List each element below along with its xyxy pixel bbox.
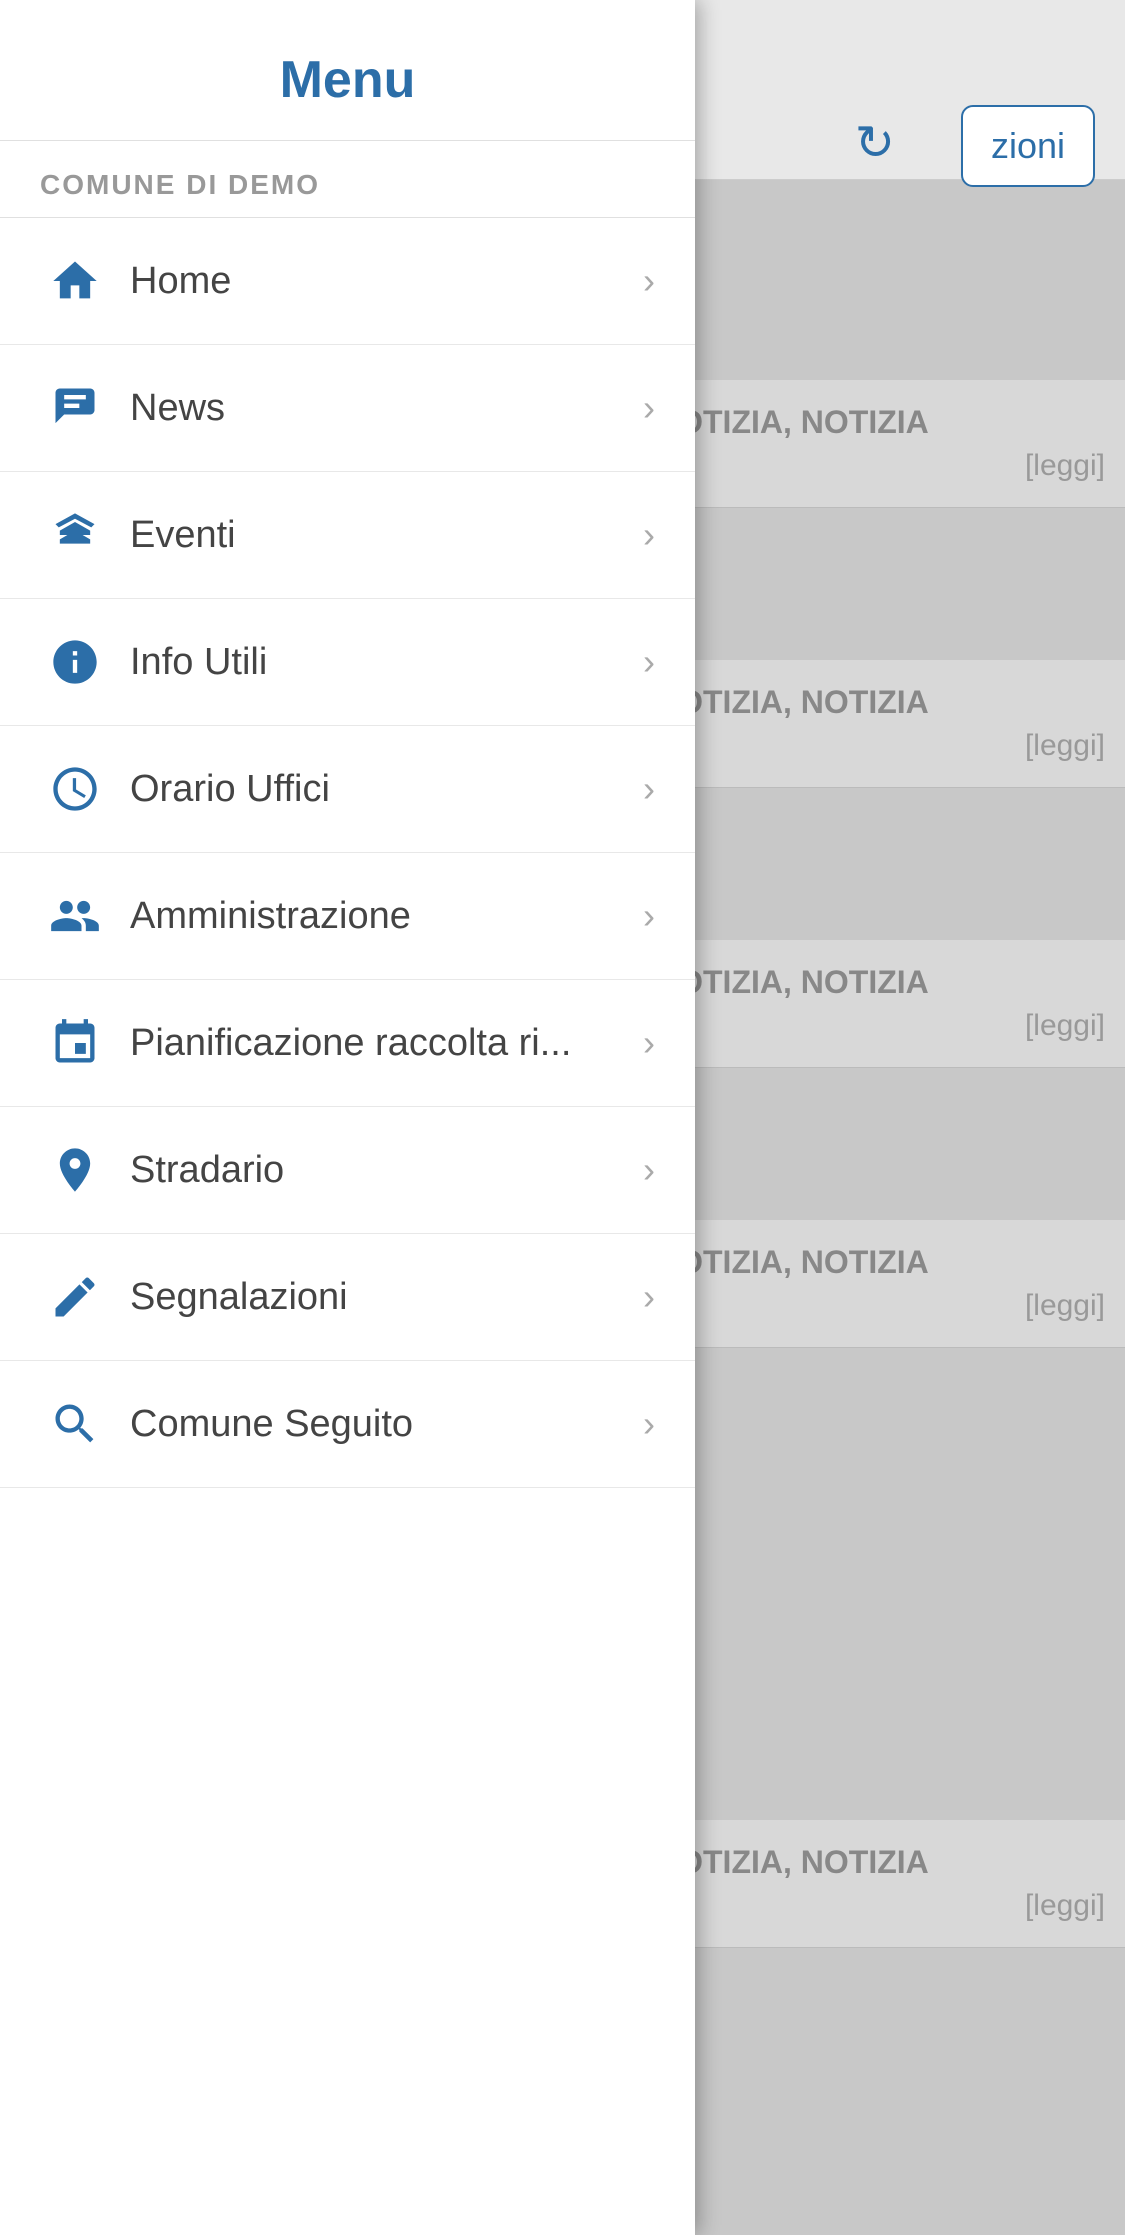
sidebar-item-info-utili[interactable]: Info Utili › (0, 599, 695, 726)
chevron-right-icon: › (643, 1276, 655, 1318)
sidebar-item-eventi-label: Eventi (130, 514, 643, 557)
news-icon (40, 373, 110, 443)
admin-icon (40, 881, 110, 951)
search-icon (40, 1389, 110, 1459)
menu-title: Menu (280, 51, 416, 109)
chevron-right-icon: › (643, 1403, 655, 1445)
bg-news-card-3: NOTIZIA, NOTIZIA [leggi] (635, 940, 1125, 1068)
sidebar-item-news[interactable]: News › (0, 345, 695, 472)
chevron-right-icon: › (643, 387, 655, 429)
bg-news-card-2: NOTIZIA, NOTIZIA [leggi] (635, 660, 1125, 788)
clock-icon (40, 754, 110, 824)
sidebar-item-pianificazione[interactable]: Pianificazione raccolta ri... › (0, 980, 695, 1107)
sidebar-item-comune-seguito-label: Comune Seguito (130, 1403, 643, 1446)
chevron-right-icon: › (643, 1022, 655, 1064)
menu-section-label: COMUNE DI DEMO (0, 141, 695, 217)
bg-button: zioni (961, 105, 1095, 187)
chevron-right-icon: › (643, 768, 655, 810)
menu-header: Menu (0, 0, 695, 141)
sidebar-item-amministrazione[interactable]: Amministrazione › (0, 853, 695, 980)
calendar-icon (40, 1008, 110, 1078)
sidebar-item-stradario-label: Stradario (130, 1149, 643, 1192)
menu-panel: Menu COMUNE DI DEMO Home › News › (0, 0, 695, 2235)
sidebar-item-segnalazioni-label: Segnalazioni (130, 1276, 643, 1319)
home-icon (40, 246, 110, 316)
bg-news-card-4: NOTIZIA, NOTIZIA [leggi] (635, 1220, 1125, 1348)
sidebar-item-segnalazioni[interactable]: Segnalazioni › (0, 1234, 695, 1361)
sidebar-item-info-utili-label: Info Utili (130, 641, 643, 684)
sidebar-item-home-label: Home (130, 260, 643, 303)
sidebar-item-pianificazione-label: Pianificazione raccolta ri... (130, 1022, 643, 1065)
bg-news-card-5: NOTIZIA, NOTIZIA [leggi] (635, 1820, 1125, 1948)
info-icon (40, 627, 110, 697)
chevron-right-icon: › (643, 514, 655, 556)
chevron-right-icon: › (643, 641, 655, 683)
sidebar-item-orario-uffici[interactable]: Orario Uffici › (0, 726, 695, 853)
segnalazioni-icon (40, 1262, 110, 1332)
bg-news-card-1: NOTIZIA, NOTIZIA [leggi] (635, 380, 1125, 508)
refresh-icon: ↻ (855, 115, 895, 171)
chevron-right-icon: › (643, 895, 655, 937)
sidebar-item-amministrazione-label: Amministrazione (130, 895, 643, 938)
sidebar-item-news-label: News (130, 387, 643, 430)
eventi-icon (40, 500, 110, 570)
sidebar-item-home[interactable]: Home › (0, 218, 695, 345)
menu-items-list: Home › News › Eventi › (0, 218, 695, 2235)
sidebar-item-eventi[interactable]: Eventi › (0, 472, 695, 599)
sidebar-item-orario-uffici-label: Orario Uffici (130, 768, 643, 811)
chevron-right-icon: › (643, 260, 655, 302)
sidebar-item-comune-seguito[interactable]: Comune Seguito › (0, 1361, 695, 1488)
chevron-right-icon: › (643, 1149, 655, 1191)
stradario-icon (40, 1135, 110, 1205)
sidebar-item-stradario[interactable]: Stradario › (0, 1107, 695, 1234)
